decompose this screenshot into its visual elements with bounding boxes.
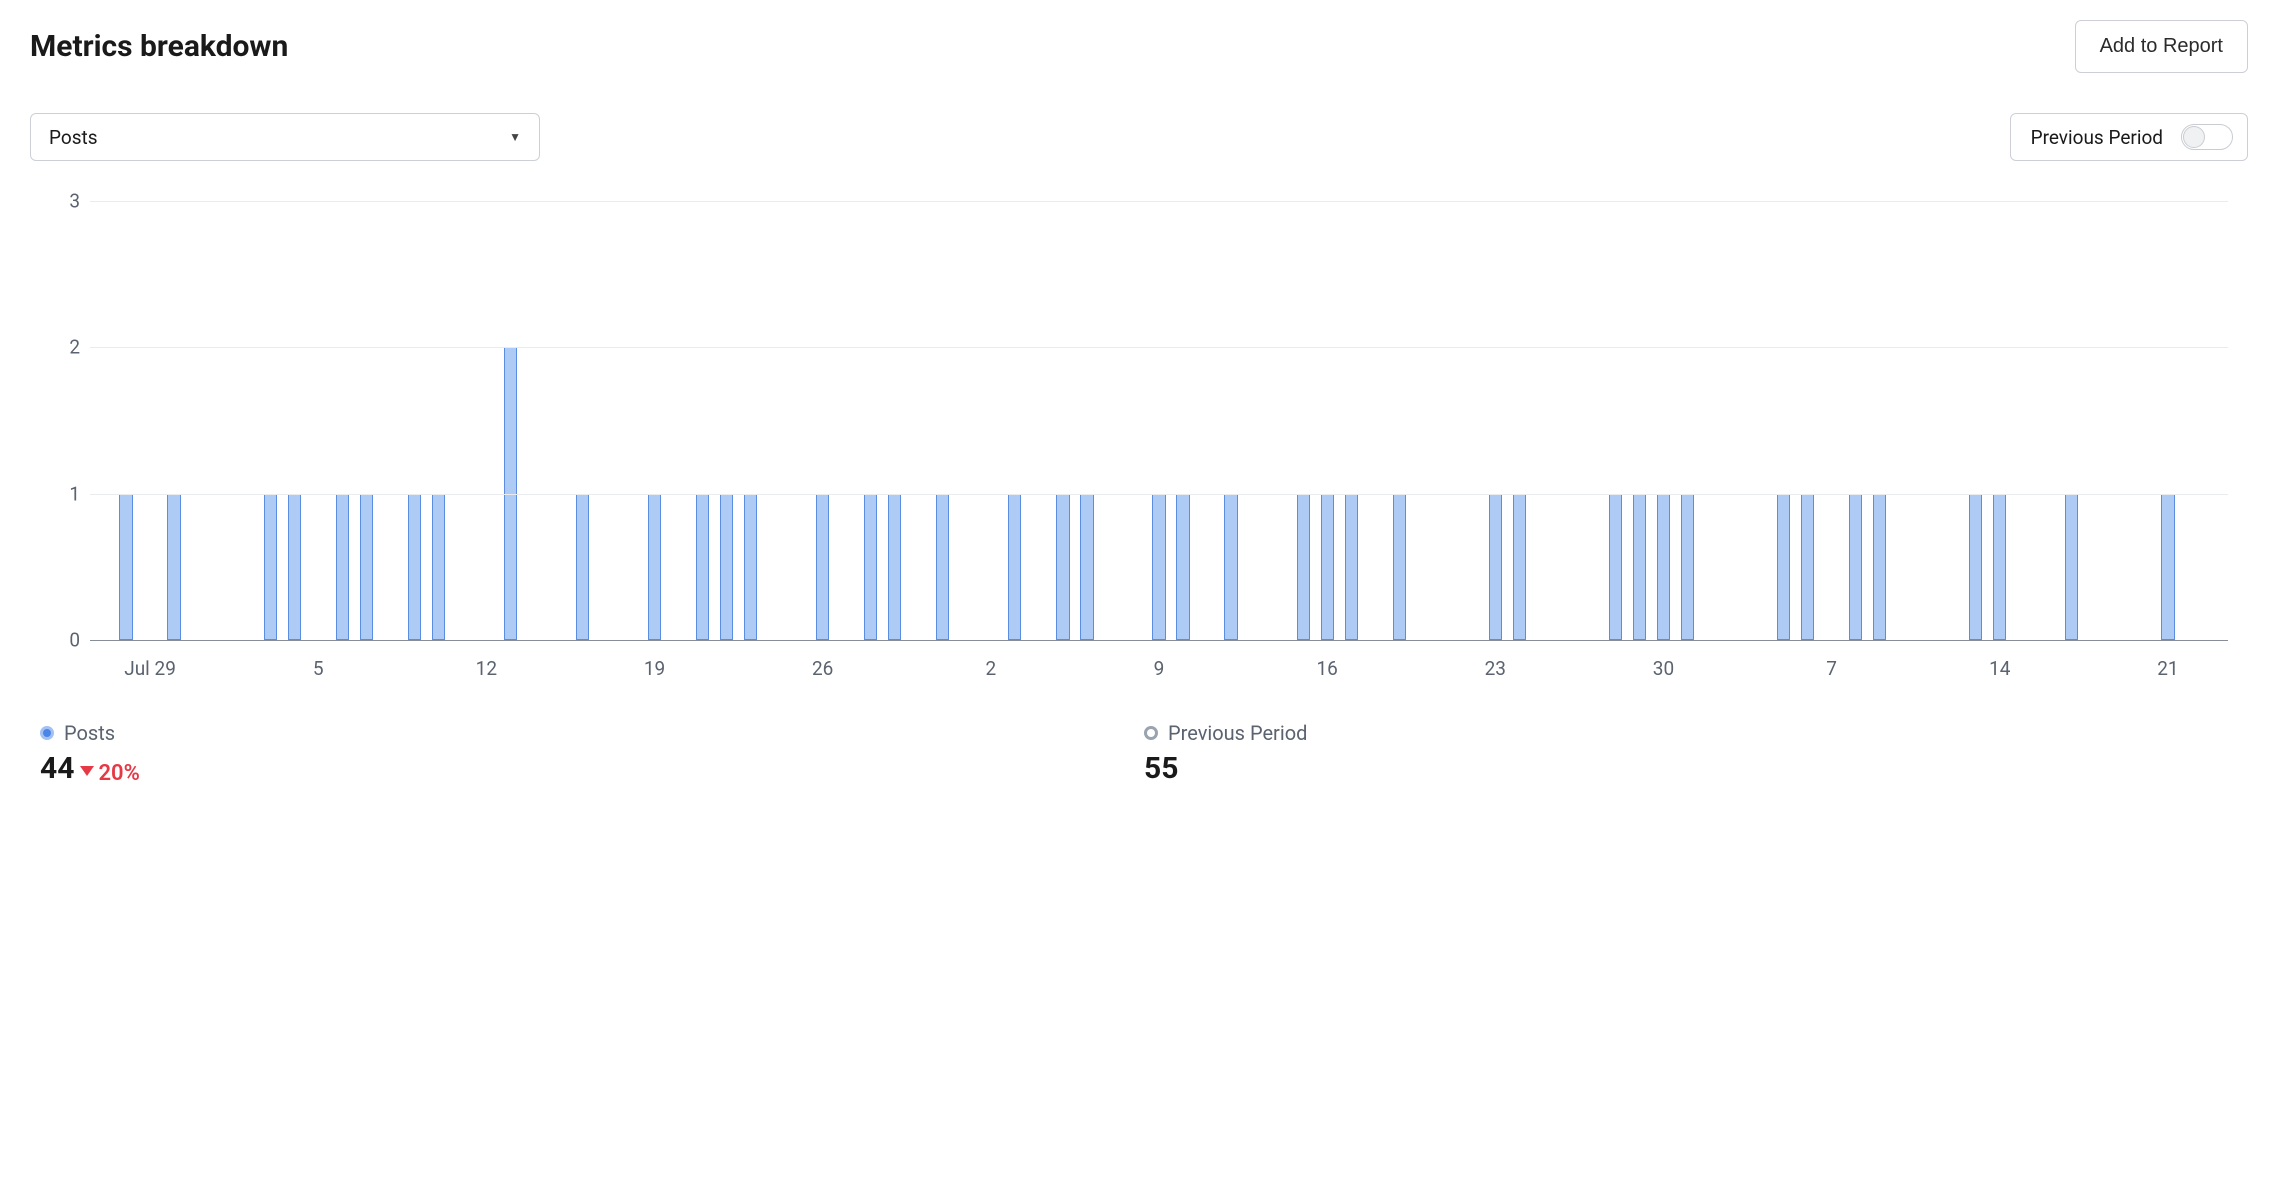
chart-x-tick: 26 [812,657,833,680]
previous-period-toggle[interactable]: Previous Period [2010,113,2248,161]
triangle-down-icon [80,766,94,776]
chart-bar[interactable] [1393,494,1406,640]
chart-bar[interactable] [1873,494,1886,640]
chart-bar[interactable] [336,494,349,640]
add-to-report-button[interactable]: Add to Report [2075,20,2248,73]
chart-bar[interactable] [2161,494,2174,640]
chart-bar[interactable] [1849,494,1862,640]
toggle-knob [2183,126,2205,148]
chart-bar[interactable] [432,494,445,640]
chart-bar[interactable] [1080,494,1093,640]
chart-bar[interactable] [1681,494,1694,640]
chart-x-tick: 30 [1653,657,1674,680]
chart-gridline [90,347,2228,348]
chart-bar[interactable] [888,494,901,640]
chart-bar[interactable] [1801,494,1814,640]
chart-bar[interactable] [648,494,661,640]
chart-bar[interactable] [696,494,709,640]
stat-current: Posts 44 20% [40,721,1144,786]
legend-current-label: Posts [64,721,115,745]
legend-previous-label: Previous Period [1168,721,1307,745]
previous-period-toggle-label: Previous Period [2031,126,2163,149]
stat-previous: Previous Period 55 [1144,721,2248,786]
chart-gridline [90,494,2228,495]
metric-dropdown-label: Posts [49,126,98,149]
chart-bar[interactable] [408,494,421,640]
chart-y-tick: 3 [50,190,80,213]
stat-previous-value: 55 [1144,751,1178,786]
chart-x-tick: 19 [644,657,665,680]
chart-x-tick: 21 [2157,657,2178,680]
chart-bar[interactable] [1176,494,1189,640]
chart-y-tick: 2 [50,336,80,359]
toggle-switch[interactable] [2181,124,2233,150]
chart-bar[interactable] [1345,494,1358,640]
chart-plot-area: 0123 [90,201,2228,641]
chart-bar[interactable] [720,494,733,640]
chart-bar[interactable] [288,494,301,640]
chart-bar[interactable] [1969,494,1982,640]
chart-x-tick: 12 [476,657,497,680]
chart-x-tick: 7 [1826,657,1837,680]
metric-dropdown[interactable]: Posts ▼ [30,113,540,161]
chart-gridline [90,201,2228,202]
chart-bar[interactable] [264,494,277,640]
chart-x-tick: 9 [1154,657,1165,680]
page-title: Metrics breakdown [30,29,288,64]
chart-bar[interactable] [1513,494,1526,640]
chart-bar[interactable] [816,494,829,640]
legend-stats: Posts 44 20% Previous Period 55 [30,721,2248,786]
chart: 0123 Jul 2951219262916233071421 [50,191,2228,681]
chevron-down-icon: ▼ [509,130,521,144]
chart-bar[interactable] [1777,494,1790,640]
chart-bar[interactable] [1297,494,1310,640]
chart-bar[interactable] [936,494,949,640]
chart-bar[interactable] [1633,494,1646,640]
chart-bar[interactable] [1609,494,1622,640]
chart-bar[interactable] [360,494,373,640]
chart-bar[interactable] [2065,494,2078,640]
chart-y-tick: 0 [50,629,80,652]
chart-bar[interactable] [1993,494,2006,640]
chart-x-tick: 16 [1316,657,1337,680]
chart-bar[interactable] [1321,494,1334,640]
chart-x-axis: Jul 29 5 12 19 26 2 9 16 23 30 7 14 21 [90,651,2228,681]
legend-dot-current-icon [40,726,54,740]
chart-x-tick: Jul 29 [124,657,176,680]
stat-current-change: 20% [80,761,139,786]
chart-bars [90,201,2228,640]
chart-bar[interactable] [1657,494,1670,640]
chart-bar[interactable] [1056,494,1069,640]
chart-bar[interactable] [1152,494,1165,640]
chart-bar[interactable] [167,494,180,640]
legend-dot-previous-icon [1144,726,1158,740]
chart-bar[interactable] [1489,494,1502,640]
chart-x-tick: 5 [313,657,324,680]
chart-bar[interactable] [1224,494,1237,640]
chart-x-tick: 2 [985,657,996,680]
chart-bar[interactable] [744,494,757,640]
chart-bar[interactable] [1008,494,1021,640]
chart-bar[interactable] [864,494,877,640]
stat-current-change-pct: 20% [98,761,139,786]
chart-x-tick: 23 [1485,657,1506,680]
chart-x-tick: 14 [1989,657,2010,680]
stat-current-value: 44 [40,751,74,786]
chart-bar[interactable] [119,494,132,640]
chart-y-tick: 1 [50,482,80,505]
chart-bar[interactable] [576,494,589,640]
